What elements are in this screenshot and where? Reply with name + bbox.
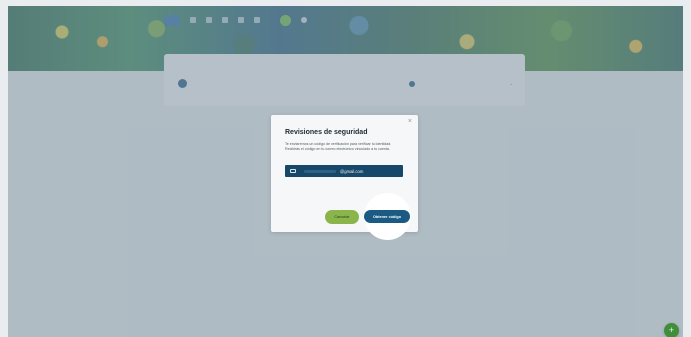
cancel-button[interactable]: Cancelar (325, 210, 359, 224)
dialog-description: Te enviaremos un código de verificación … (285, 142, 392, 151)
close-icon[interactable]: × (408, 118, 412, 126)
mail-icon (290, 169, 296, 173)
get-code-button[interactable]: Obtener código (364, 210, 410, 223)
email-display: @gmail.com (285, 165, 403, 177)
plus-icon: + (668, 325, 675, 335)
email-domain: @gmail.com (340, 168, 364, 174)
email-redacted (304, 169, 336, 173)
dialog-title: Revisiones de seguridad (285, 129, 368, 136)
help-fab-button[interactable]: + (664, 323, 679, 337)
